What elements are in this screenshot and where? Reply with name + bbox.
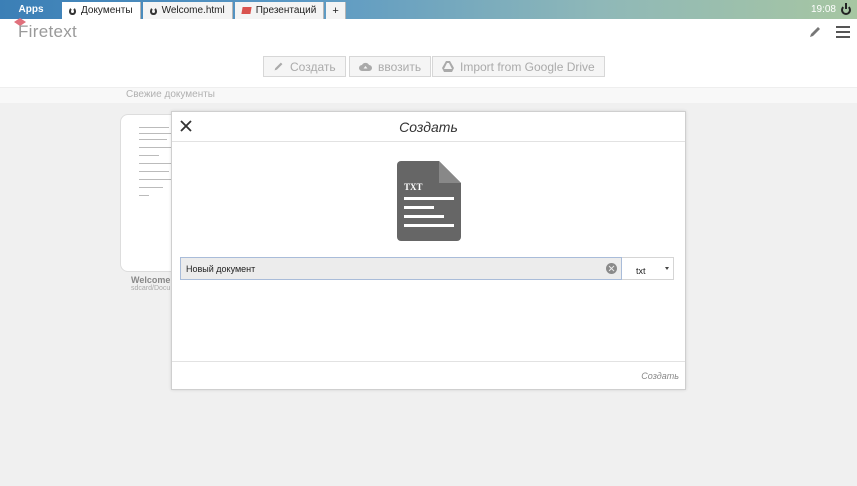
tab-welcome-html[interactable]: Welcome.html	[142, 2, 233, 19]
txt-file-icon: TXT	[397, 161, 461, 241]
file-type-select[interactable]: txt	[622, 257, 674, 280]
hamburger-menu-icon[interactable]	[836, 26, 850, 38]
firetext-icon	[149, 6, 157, 15]
tab-presentations[interactable]: Презентаций	[234, 2, 325, 19]
dialog-title: Создать	[399, 119, 458, 135]
create-button-label: Создать	[290, 59, 336, 74]
app-header: Firetext	[0, 18, 857, 46]
dialog-create-button[interactable]: Создать	[641, 371, 679, 381]
google-drive-icon	[442, 61, 454, 72]
clock: 19:08	[810, 4, 836, 15]
presentation-icon	[241, 7, 252, 14]
tab-label: Презентаций	[255, 5, 317, 16]
toolbar: Создать ввозить Import from Google Drive	[0, 46, 857, 88]
document-path: sdcard/Docu	[131, 285, 171, 292]
firetext-icon	[69, 6, 76, 15]
pencil-icon[interactable]	[808, 25, 822, 39]
pencil-icon	[274, 62, 283, 71]
tab-label: Документы	[81, 5, 133, 16]
app-logo: Firetext	[18, 22, 78, 41]
dialog-footer: Создать	[172, 361, 685, 391]
system-bar: Apps Документы Welcome.html Презентаций …	[0, 0, 857, 19]
clear-input-icon[interactable]	[606, 263, 617, 274]
create-button[interactable]: Создать	[263, 56, 346, 77]
import-google-drive-button[interactable]: Import from Google Drive	[432, 56, 605, 77]
import-button-label: ввозить	[378, 59, 422, 74]
file-type-value: txt	[636, 266, 646, 276]
import-button[interactable]: ввозить	[349, 56, 432, 77]
recent-documents-title: Свежие документы	[126, 89, 215, 100]
dialog-header: Создать	[172, 112, 685, 142]
power-icon[interactable]	[841, 2, 851, 15]
system-tray: 19:08	[811, 0, 857, 19]
apps-button[interactable]: Apps	[0, 0, 62, 19]
file-icon-label: TXT	[404, 182, 423, 192]
new-tab-button[interactable]: +	[326, 2, 346, 19]
drive-button-label: Import from Google Drive	[460, 59, 595, 74]
document-name[interactable]: Welcome	[131, 275, 170, 285]
document-name-input[interactable]	[180, 257, 622, 280]
chevron-down-icon	[665, 267, 669, 270]
cloud-upload-icon	[359, 62, 372, 71]
create-document-dialog: Создать TXT txt Создать	[171, 111, 686, 390]
tab-documents[interactable]: Документы	[62, 2, 141, 19]
tab-label: Welcome.html	[161, 5, 225, 16]
